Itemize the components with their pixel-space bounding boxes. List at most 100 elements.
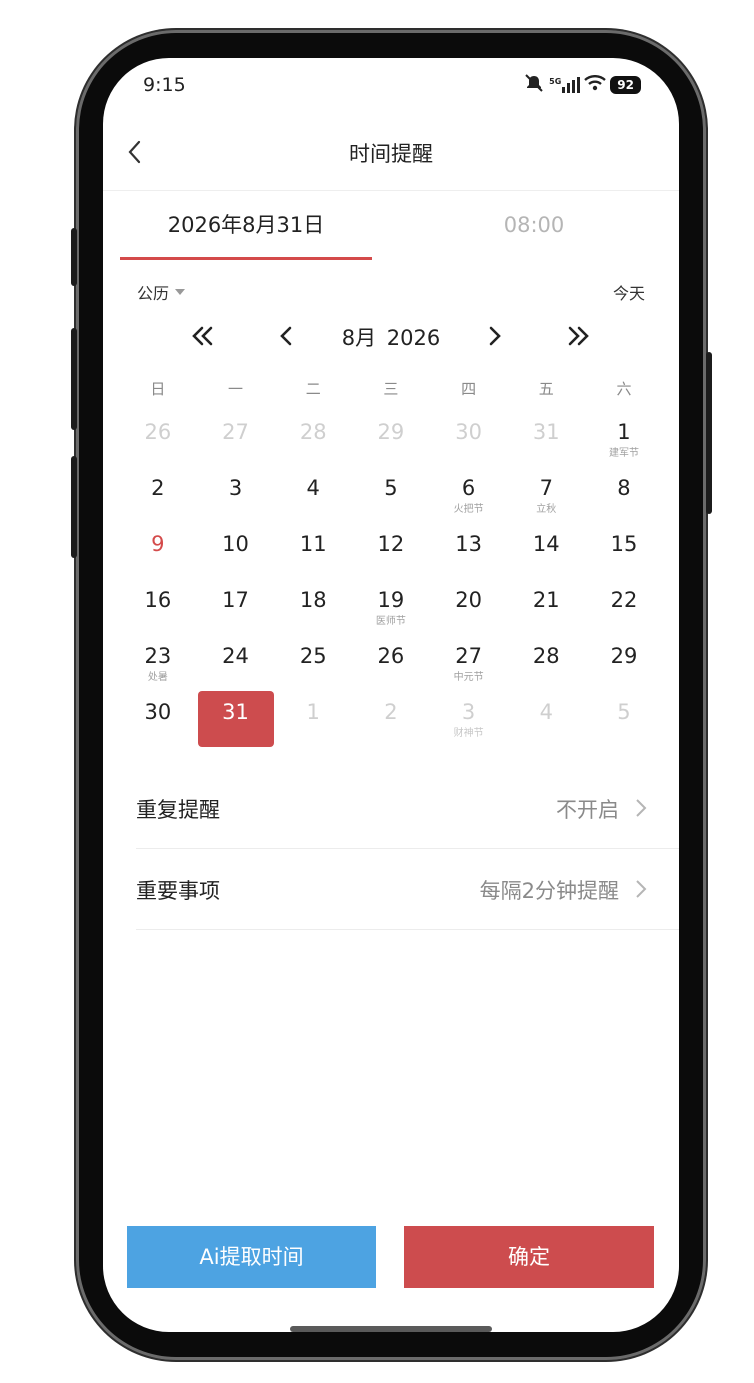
setting-repeat-reminder[interactable]: 重复提醒 不开启 [136, 768, 679, 849]
day-number: 8 [617, 476, 631, 500]
today-button[interactable]: 今天 [613, 280, 645, 304]
day-cell[interactable]: 10 [197, 522, 275, 578]
day-cell[interactable]: 29 [352, 410, 430, 466]
day-festival-label: 处暑 [147, 672, 168, 683]
day-number: 6 [461, 476, 476, 500]
day-cell[interactable]: 11 [274, 522, 352, 578]
day-cell[interactable]: 20 [430, 578, 508, 634]
page-title: 时间提醒 [349, 142, 433, 166]
status-icons: 5G 92 [523, 74, 641, 96]
day-number: 11 [299, 532, 327, 556]
mute-icon [523, 74, 545, 96]
day-cell[interactable]: 14 [507, 522, 585, 578]
day-cell[interactable]: 30 [119, 690, 197, 746]
wifi-icon [584, 75, 607, 95]
day-cell[interactable]: 24 [197, 634, 275, 690]
calendar-mode-label: 公历 [137, 284, 170, 303]
signal-icon: 5G [549, 77, 581, 93]
day-cell[interactable]: 21 [507, 578, 585, 634]
next-year-icon[interactable] [558, 316, 598, 356]
weekday-label: 日 [150, 380, 166, 398]
day-number: 12 [377, 532, 405, 556]
side-button-left-1 [71, 228, 77, 286]
tab-time[interactable]: 08:00 [408, 191, 660, 259]
day-number: 14 [532, 532, 560, 556]
day-cell[interactable]: 26 [352, 634, 430, 690]
day-cell[interactable]: 26 [119, 410, 197, 466]
side-button-left-3 [71, 456, 77, 558]
day-cell[interactable]: 30 [430, 410, 508, 466]
day-cell[interactable]: 5 [352, 466, 430, 522]
day-cell[interactable]: 2 [119, 466, 197, 522]
day-number: 26 [144, 420, 172, 444]
setting-label: 重复提醒 [136, 798, 220, 822]
day-cell[interactable]: 19 医师节 [352, 578, 430, 634]
date-time-tabs: 2026年8月31日 08:00 [103, 191, 679, 261]
day-number: 30 [144, 700, 172, 724]
ai-extract-time-button[interactable]: Ai提取时间 [127, 1226, 376, 1288]
day-number: 15 [610, 532, 638, 556]
day-cell[interactable]: 22 [585, 578, 663, 634]
screen: 9:15 5G 92 时间提醒 2026年8月31日 08:00 公历 今天 8… [103, 58, 679, 1332]
day-cell-selected[interactable]: 31 [197, 690, 275, 747]
home-indicator[interactable] [290, 1326, 492, 1332]
day-cell[interactable]: 27 [197, 410, 275, 466]
next-month-icon[interactable] [474, 316, 514, 356]
day-cell[interactable]: 5 [585, 690, 663, 746]
day-cell[interactable]: 28 [507, 634, 585, 690]
day-number: 18 [299, 588, 327, 612]
setting-value: 不开启 [556, 798, 619, 822]
weekday-label: 一 [228, 380, 244, 398]
weekday-header: 日一二三四五六 [119, 378, 663, 399]
setting-label: 重要事项 [136, 879, 220, 903]
day-cell[interactable]: 6 火把节 [430, 466, 508, 522]
day-number: 1 [306, 700, 320, 724]
day-number: 4 [306, 476, 320, 500]
day-cell[interactable]: 3 财神节 [430, 690, 508, 746]
day-cell[interactable]: 7 立秋 [507, 466, 585, 522]
status-bar: 9:15 5G 92 [103, 58, 679, 114]
day-number: 5 [617, 700, 631, 724]
weekday-label: 五 [538, 380, 554, 398]
day-number: 29 [377, 420, 405, 444]
day-cell[interactable]: 1 [274, 690, 352, 746]
day-festival-label: 财神节 [453, 728, 484, 739]
calendar-mode-select[interactable]: 公历 [137, 280, 186, 304]
confirm-button[interactable]: 确定 [404, 1226, 654, 1288]
day-cell[interactable]: 8 [585, 466, 663, 522]
day-cell[interactable]: 15 [585, 522, 663, 578]
chevron-right-icon [633, 796, 649, 820]
day-cell[interactable]: 23 处暑 [119, 634, 197, 690]
day-number: 28 [532, 644, 560, 668]
network-type: 5G [549, 77, 562, 86]
day-festival-label: 火把节 [453, 504, 484, 515]
day-number: 5 [384, 476, 398, 500]
day-number: 22 [610, 588, 638, 612]
day-cell[interactable]: 4 [274, 466, 352, 522]
day-cell[interactable]: 4 [507, 690, 585, 746]
day-number: 26 [377, 644, 405, 668]
day-cell[interactable]: 18 [274, 578, 352, 634]
day-cell[interactable]: 25 [274, 634, 352, 690]
day-cell[interactable]: 3 [197, 466, 275, 522]
weekday-label: 四 [461, 380, 477, 398]
day-number: 31 [222, 700, 249, 724]
day-number: 17 [222, 588, 249, 612]
day-cell[interactable]: 12 [352, 522, 430, 578]
setting-important-item[interactable]: 重要事项 每隔2分钟提醒 [136, 849, 679, 930]
day-number: 4 [539, 700, 553, 724]
day-cell[interactable]: 2 [352, 690, 430, 746]
day-cell[interactable]: 13 [430, 522, 508, 578]
tab-date[interactable]: 2026年8月31日 [120, 191, 372, 259]
day-cell[interactable]: 9 [119, 522, 197, 578]
day-cell[interactable]: 31 [507, 410, 585, 466]
day-cell[interactable]: 29 [585, 634, 663, 690]
day-number: 21 [532, 588, 560, 612]
day-cell[interactable]: 17 [197, 578, 275, 634]
day-number: 16 [144, 588, 172, 612]
caret-down-icon [175, 289, 186, 295]
day-cell[interactable]: 28 [274, 410, 352, 466]
day-cell[interactable]: 16 [119, 578, 197, 634]
day-cell[interactable]: 27 中元节 [430, 634, 508, 690]
day-cell[interactable]: 1 建军节 [585, 410, 663, 466]
